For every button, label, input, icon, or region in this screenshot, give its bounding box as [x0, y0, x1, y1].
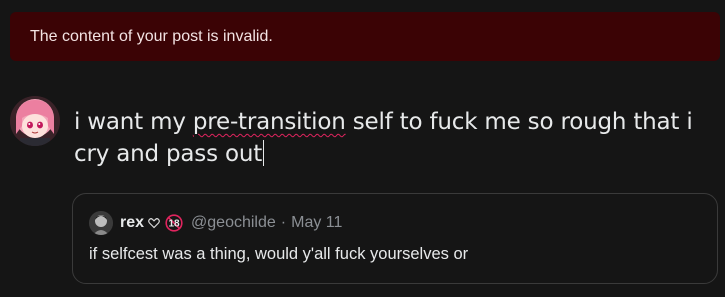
- error-banner: The content of your post is invalid.: [10, 12, 720, 61]
- avatar-illustration: [10, 96, 60, 146]
- text-caret: [263, 140, 265, 166]
- composer-text-before: i want my: [74, 109, 193, 135]
- error-message: The content of your post is invalid.: [30, 27, 273, 45]
- quoted-author-avatar[interactable]: [89, 211, 113, 235]
- quoted-post-date[interactable]: May 11: [291, 214, 342, 232]
- 18-plus-icon: 18: [165, 214, 183, 232]
- quoted-avatar-illustration: [89, 211, 113, 235]
- post-composer-text[interactable]: i want my pre-transition self to fuck me…: [74, 106, 704, 170]
- meta-separator: ·: [280, 214, 287, 231]
- quoted-post-text: if selfcest was a thing, would y'all fuc…: [89, 245, 469, 263]
- quoted-post-header: rex 18 @geochilde · May 11: [89, 211, 342, 235]
- heart-icon: [148, 217, 160, 229]
- spellcheck-word[interactable]: pre-transition: [193, 109, 346, 135]
- quoted-author-name[interactable]: rex: [120, 214, 144, 232]
- quoted-post-card[interactable]: rex 18 @geochilde · May 11 if selfcest w…: [72, 193, 718, 284]
- user-avatar[interactable]: [10, 96, 60, 146]
- quoted-author-handle[interactable]: @geochilde: [191, 214, 276, 232]
- svg-text:18: 18: [168, 219, 180, 230]
